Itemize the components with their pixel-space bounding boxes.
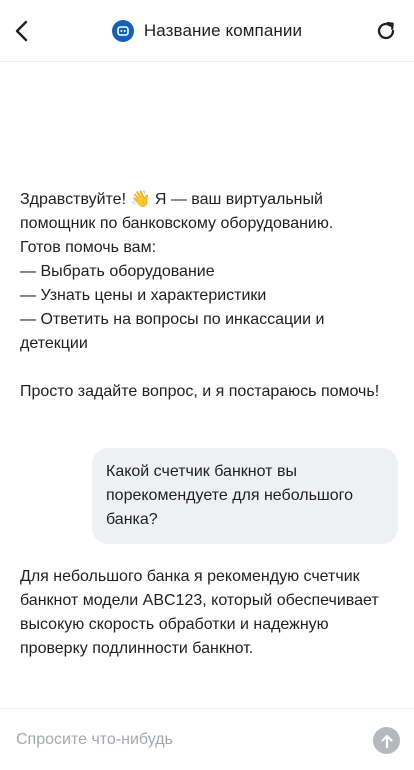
message-line: Здравствуйте! 👋 Я — ваш виртуальный помо…	[20, 191, 334, 232]
assistant-message: Для небольшого банка я рекомендую счетчи…	[20, 565, 380, 661]
message-line: — Ответить на вопросы по инкассации и де…	[20, 311, 325, 352]
user-message-bubble: Какой счетчик банкнот вы порекомендуете …	[92, 448, 398, 544]
message-line: Просто задайте вопрос, и я постараюсь по…	[20, 383, 380, 400]
message-line: Готов помочь вам:	[20, 239, 157, 256]
header: Название компании	[0, 0, 414, 62]
refresh-icon	[377, 22, 395, 40]
page-title: Название компании	[143, 21, 303, 40]
arrow-up-icon	[380, 734, 393, 748]
composer	[0, 708, 414, 770]
assistant-message: Здравствуйте! 👋 Я — ваш виртуальный помо…	[20, 188, 380, 404]
message-input[interactable]	[16, 725, 356, 755]
send-button[interactable]	[373, 727, 400, 754]
chat-bot-icon	[111, 20, 134, 42]
chat-area[interactable]: Здравствуйте! 👋 Я — ваш виртуальный помо…	[0, 63, 414, 707]
message-text: Для небольшого банка я рекомендую счетчи…	[20, 568, 379, 657]
message-line: — Узнать цены и характеристики	[20, 287, 267, 304]
header-title-group: Название компании	[0, 16, 414, 46]
message-line: — Выбрать оборудование	[20, 263, 215, 280]
refresh-button[interactable]	[372, 17, 400, 45]
